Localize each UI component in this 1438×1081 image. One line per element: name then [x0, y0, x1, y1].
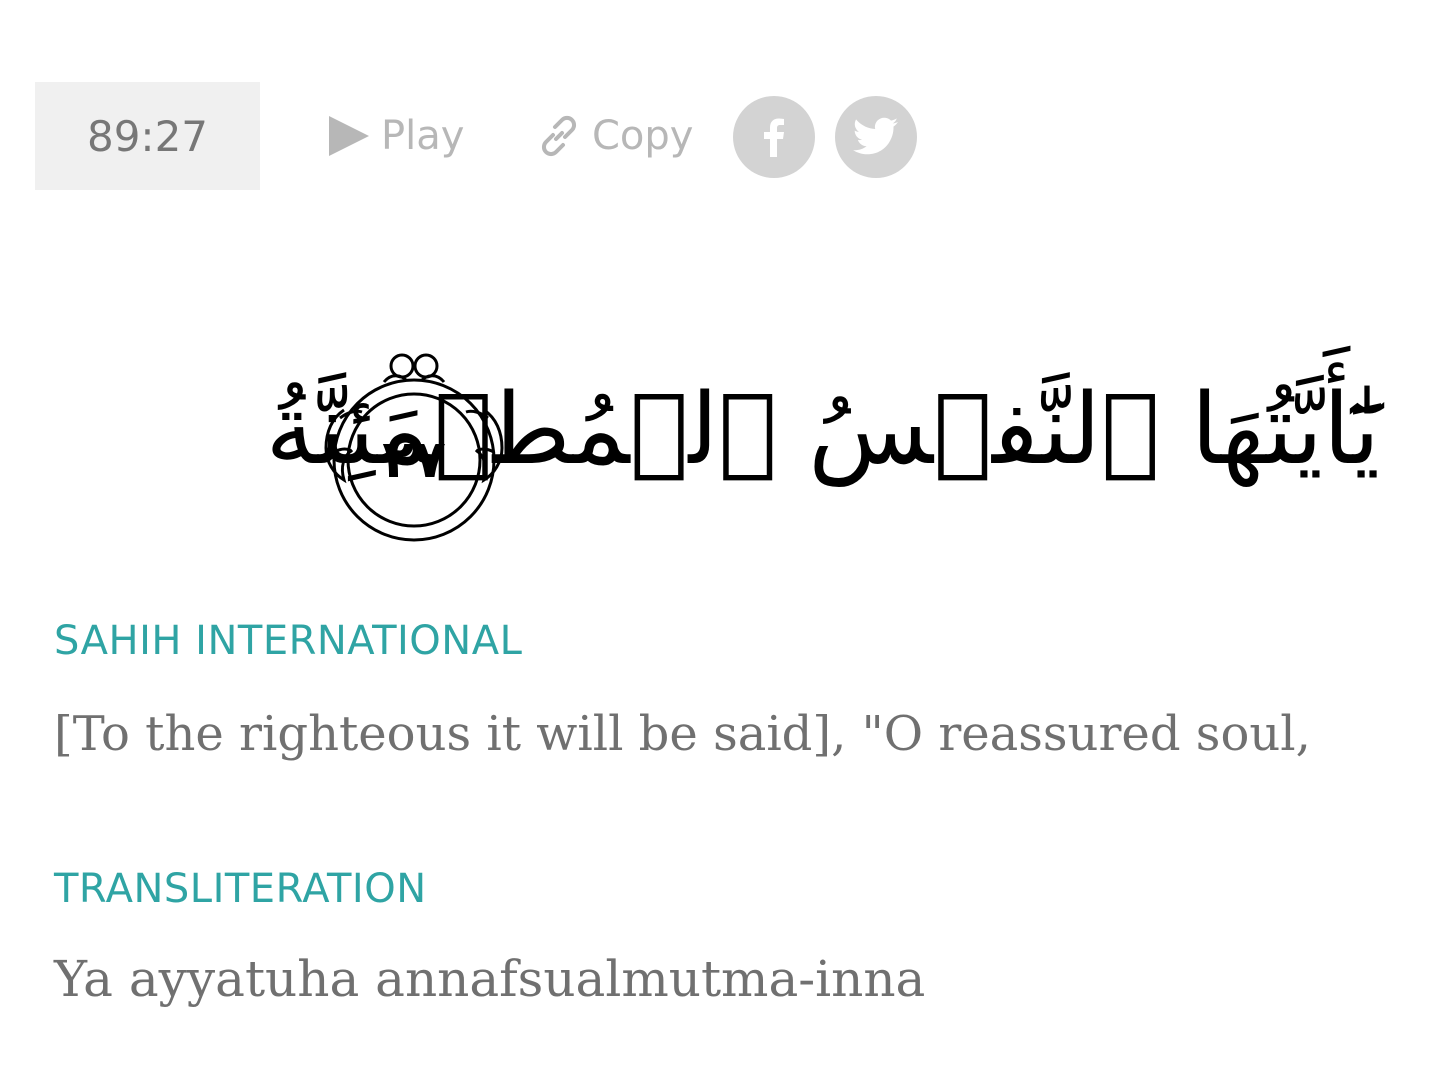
link-icon — [536, 113, 582, 159]
play-button[interactable]: Play — [327, 108, 464, 164]
ayah-number: ٢٧ — [382, 430, 446, 490]
verse-key-badge[interactable]: 89:27 — [35, 82, 260, 190]
translation-label: SAHIH INTERNATIONAL — [54, 618, 523, 664]
facebook-share-button[interactable] — [733, 96, 815, 178]
copy-button[interactable]: Copy — [536, 108, 693, 164]
facebook-icon — [764, 118, 784, 157]
play-label: Play — [381, 113, 465, 159]
translation-text: [To the righteous it will be said], "O r… — [54, 706, 1311, 762]
twitter-icon — [853, 117, 898, 155]
verse-toolbar: 89:27 Play Copy — [35, 82, 935, 190]
arabic-verse-row: يَٰٓأَيَّتُهَا ٱلنَّفۡسُ ٱلۡمُطۡمَئِنَّة… — [0, 330, 1438, 550]
arabic-verse-text: يَٰٓأَيَّتُهَا ٱلنَّفۡسُ ٱلۡمُطۡمَئِنَّة… — [265, 373, 1380, 487]
transliteration-text: Ya ayyatuha annafsualmutma-inna — [54, 950, 926, 1008]
copy-label: Copy — [592, 113, 694, 159]
play-icon — [327, 114, 371, 158]
ayah-number-marker: ٢٧ — [322, 352, 506, 548]
twitter-share-button[interactable] — [835, 96, 917, 178]
transliteration-label: TRANSLITERATION — [54, 866, 427, 912]
